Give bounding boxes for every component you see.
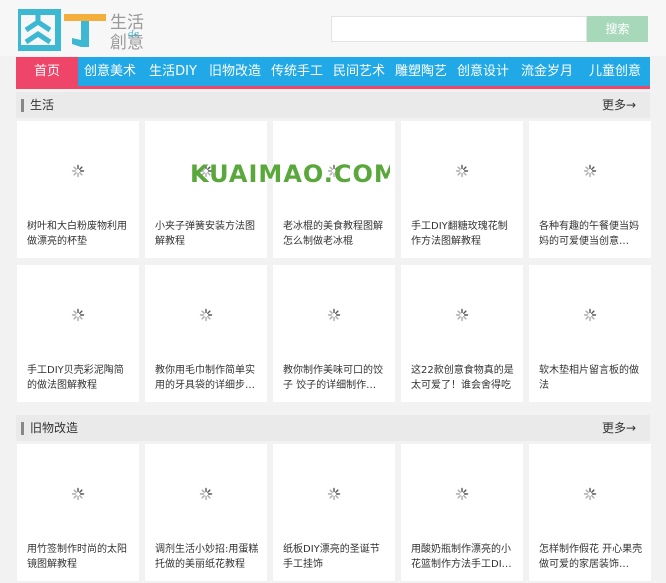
- article-title[interactable]: 纸板DIY漂亮的圣诞节手工挂饰: [283, 542, 389, 572]
- section-marker: [21, 422, 24, 435]
- svg-text:KUAIMAO.COM: KUAIMAO.COM: [190, 160, 390, 188]
- article-title[interactable]: 手工DIY翻糖玫瑰花制作方法图解教程: [411, 219, 517, 249]
- loading-spinner-icon: [327, 307, 341, 322]
- nav-item[interactable]: 创意美术: [78, 57, 142, 86]
- section-title: 生活: [30, 98, 55, 112]
- article-card[interactable]: 教你用毛巾制作简单实用的牙具袋的详细步…: [145, 265, 267, 402]
- article-title[interactable]: 这22款创意食物真的是太可爱了！谁会舍得吃: [411, 363, 517, 393]
- site-logo[interactable]: 生活 創意 de: [18, 8, 178, 52]
- more-link[interactable]: 更多→: [602, 96, 636, 113]
- article-title[interactable]: 各种有趣的午餐便当妈妈的可爱便当创意…: [539, 219, 645, 249]
- section-header-life: 生活 更多→: [16, 92, 650, 118]
- article-card[interactable]: 手工DIY贝壳彩泥陶简的做法图解教程: [17, 265, 139, 402]
- nav-item[interactable]: 雕塑陶艺: [390, 57, 452, 86]
- article-card[interactable]: 用竹签制作时尚的太阳镜图解教程: [17, 444, 139, 581]
- nav-item[interactable]: 首页: [16, 57, 78, 86]
- loading-spinner-icon: [583, 486, 597, 501]
- article-title[interactable]: 老冰棍的美食教程图解怎么制做老冰棍: [283, 219, 389, 249]
- article-title[interactable]: 教你用毛巾制作简单实用的牙具袋的详细步…: [155, 363, 261, 393]
- main-nav: 首页 创意美术 生活DIY 旧物改造 传统手工 民间艺术 雕塑陶艺 创意设计 流金岁月 儿童创意: [16, 57, 650, 89]
- article-card[interactable]: 各种有趣的午餐便当妈妈的可爱便当创意…: [529, 121, 651, 258]
- loading-spinner-icon: [455, 486, 469, 501]
- article-title[interactable]: 手工DIY贝壳彩泥陶简的做法图解教程: [27, 363, 133, 393]
- article-card[interactable]: 用酸奶瓶制作漂亮的小花篮制作方法手工DI…: [401, 444, 523, 581]
- search-input[interactable]: [331, 16, 587, 42]
- article-title[interactable]: 软木垫相片留言板的做法: [539, 363, 645, 393]
- loading-spinner-icon: [71, 307, 85, 322]
- loading-spinner-icon: [199, 307, 213, 322]
- article-card[interactable]: 怎样制作假花 开心果壳做可爱的家居装饰…: [529, 444, 651, 581]
- article-title[interactable]: 怎样制作假花 开心果壳做可爱的家居装饰…: [539, 542, 645, 572]
- loading-spinner-icon: [455, 163, 469, 178]
- article-title[interactable]: 调剂生活小妙招:用蛋糕托做的美丽纸花教程: [155, 542, 261, 572]
- more-link[interactable]: 更多→: [602, 419, 636, 436]
- loading-spinner-icon: [583, 163, 597, 178]
- nav-item[interactable]: 儿童创意: [580, 57, 650, 86]
- article-title[interactable]: 教你制作美味可口的饺子 饺子的详细制作…: [283, 363, 389, 393]
- section-marker: [21, 99, 24, 112]
- nav-item[interactable]: 传统手工: [266, 57, 328, 86]
- article-title[interactable]: 小夹子弹簧安装方法图解教程: [155, 219, 261, 249]
- svg-text:de: de: [128, 30, 139, 40]
- article-card[interactable]: 手工DIY翻糖玫瑰花制作方法图解教程: [401, 121, 523, 258]
- article-card[interactable]: 教你制作美味可口的饺子 饺子的详细制作…: [273, 265, 395, 402]
- watermark-logo: KUAIMAO.COM: [190, 160, 390, 188]
- nav-item[interactable]: 流金岁月: [514, 57, 580, 86]
- section-header-upcycle: 旧物改造 更多→: [16, 415, 650, 441]
- article-card[interactable]: 软木垫相片留言板的做法: [529, 265, 651, 402]
- nav-item[interactable]: 旧物改造: [204, 57, 266, 86]
- section-title: 旧物改造: [30, 421, 79, 435]
- loading-spinner-icon: [327, 486, 341, 501]
- article-card[interactable]: 调剂生活小妙招:用蛋糕托做的美丽纸花教程: [145, 444, 267, 581]
- nav-item[interactable]: 民间艺术: [328, 57, 390, 86]
- site-header: 生活 創意 de 搜索: [0, 0, 666, 56]
- loading-spinner-icon: [71, 486, 85, 501]
- article-title[interactable]: 树叶和大白粉废物利用做漂亮的杯垫: [27, 219, 133, 249]
- nav-item[interactable]: 生活DIY: [142, 57, 204, 86]
- loading-spinner-icon: [71, 163, 85, 178]
- search-button[interactable]: 搜索: [587, 16, 648, 42]
- loading-spinner-icon: [583, 307, 597, 322]
- loading-spinner-icon: [199, 486, 213, 501]
- article-title[interactable]: 用竹签制作时尚的太阳镜图解教程: [27, 542, 133, 572]
- article-title[interactable]: 用酸奶瓶制作漂亮的小花篮制作方法手工DI…: [411, 542, 517, 572]
- nav-item[interactable]: 创意设计: [452, 57, 514, 86]
- article-card[interactable]: 这22款创意食物真的是太可爱了！谁会舍得吃: [401, 265, 523, 402]
- loading-spinner-icon: [455, 307, 469, 322]
- article-card[interactable]: 树叶和大白粉废物利用做漂亮的杯垫: [17, 121, 139, 258]
- article-card[interactable]: 纸板DIY漂亮的圣诞节手工挂饰: [273, 444, 395, 581]
